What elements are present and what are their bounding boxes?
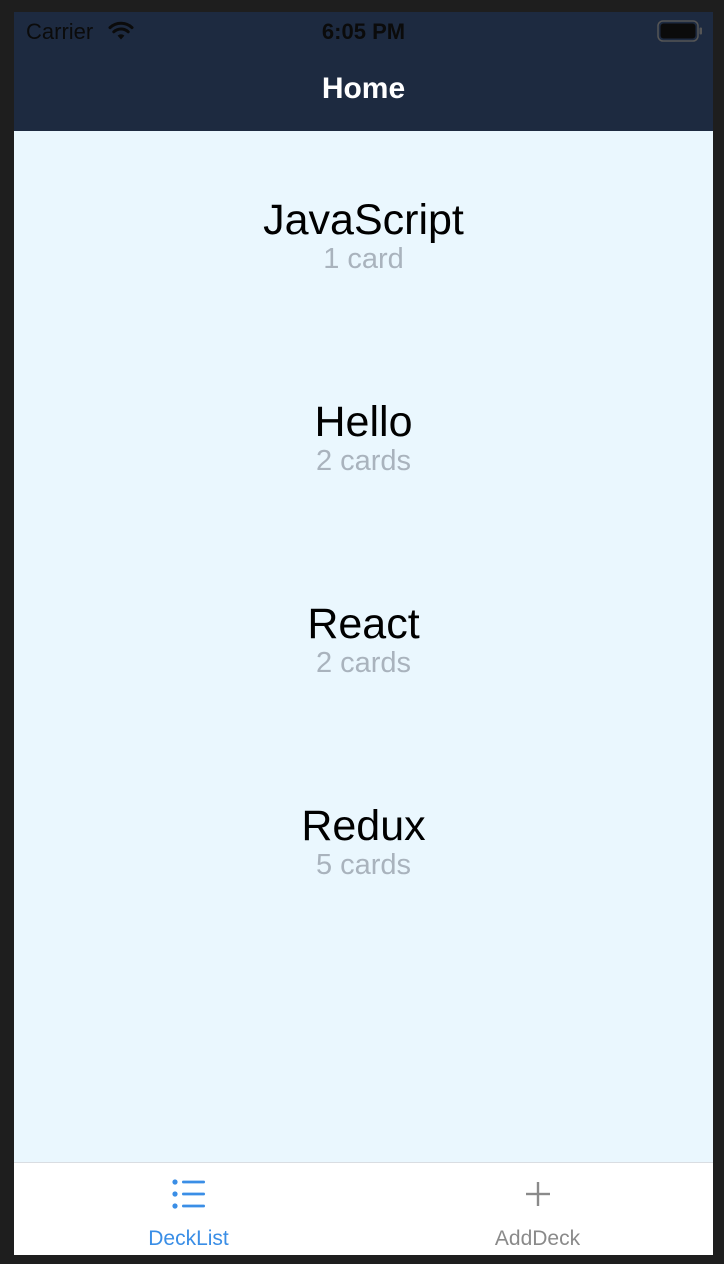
status-bar: Carrier 6:05 PM [14, 12, 713, 52]
tab-bar: DeckList AddDeck [14, 1162, 713, 1255]
deck-item-hello[interactable]: Hello 2 cards [14, 397, 713, 547]
app-screen: Carrier 6:05 PM Home JavaScript 1 card H… [14, 12, 713, 1255]
deck-card-count: 1 card [323, 243, 404, 275]
deck-card-count: 5 cards [315, 849, 412, 881]
list-icon [171, 1179, 205, 1209]
deck-title: Hello [314, 398, 413, 446]
header: Carrier 6:05 PM Home [14, 12, 713, 131]
deck-card-count: 2 cards [315, 445, 412, 477]
deck-title: Redux [301, 802, 426, 850]
deck-item-javascript[interactable]: JavaScript 1 card [14, 195, 713, 345]
deck-title: React [307, 600, 420, 648]
battery-icon [657, 20, 702, 42]
tab-label: DeckList [148, 1227, 229, 1250]
deck-title: JavaScript [263, 196, 464, 244]
deck-card-count: 2 cards [315, 647, 412, 679]
tab-decklist[interactable]: DeckList [14, 1163, 363, 1255]
deck-item-react[interactable]: React 2 cards [14, 599, 713, 749]
plus-icon [525, 1182, 550, 1206]
deck-item-redux[interactable]: Redux 5 cards [14, 801, 713, 951]
tab-adddeck[interactable]: AddDeck [363, 1163, 712, 1255]
tab-label: AddDeck [494, 1227, 581, 1250]
page-title: Home [321, 72, 406, 105]
status-time: 6:05 PM [321, 19, 406, 44]
